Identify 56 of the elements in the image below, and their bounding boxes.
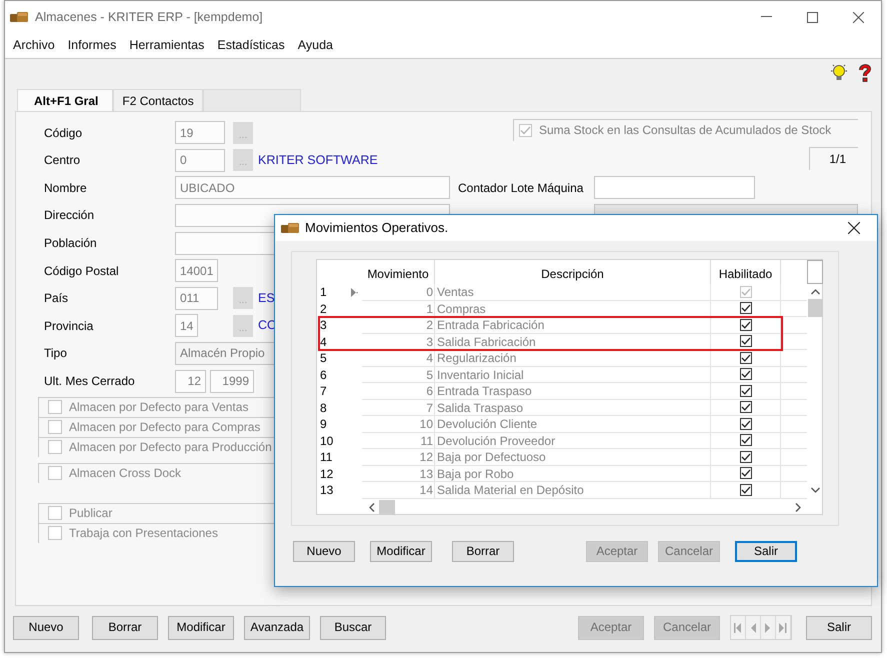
checkbox-label: Suma Stock en las Consultas de Acumulados de Stock — [539, 123, 832, 138]
table-cell: Baja por Defectuoso — [435, 449, 711, 466]
table-cell: Entrada Traspaso — [435, 383, 711, 400]
table-cell: 7 — [362, 400, 435, 416]
checkbox-label: Publicar — [69, 506, 112, 521]
dialog-title: Movimientos Operativos. — [305, 220, 448, 236]
checkbox-label: Almacen por Defecto para Compras — [69, 420, 260, 435]
table-cell: Salida Material en Depósito — [435, 482, 711, 498]
checkbox-label: Trabaja con Presentaciones — [69, 526, 218, 541]
row-number: 11 — [320, 449, 332, 466]
field-label: Contador Lote Máquina — [458, 180, 584, 196]
table-cell: 12 — [362, 449, 435, 466]
table-cell: Regularización — [435, 350, 711, 366]
field-label: Provincia — [44, 318, 94, 334]
table-cell: 6 — [362, 383, 435, 400]
field-label: Tipo — [44, 346, 68, 361]
row-number: 3 — [320, 317, 327, 334]
table-cell: 4 — [362, 350, 435, 366]
row-number: 6 — [320, 366, 327, 383]
table-cell: 5 — [362, 366, 435, 383]
row-number: 1 — [320, 284, 327, 300]
field-label: Código Postal — [44, 264, 120, 278]
checkbox-label: Almacen por Defecto para Producción — [69, 440, 272, 455]
row-number: 13 — [320, 482, 334, 498]
table-cell: 10 — [362, 416, 435, 432]
row-number: 2 — [320, 300, 327, 317]
field-label: Código — [44, 126, 84, 140]
table-cell: Inventario Inicial — [435, 366, 711, 383]
field-label: Dirección — [44, 208, 96, 223]
table-cell: 14 — [362, 482, 435, 498]
table-cell: 1 — [362, 300, 435, 317]
table-cell: Salida Traspaso — [435, 400, 711, 416]
row-number: 5 — [320, 350, 327, 366]
table-cell: 0 — [362, 284, 435, 300]
row-number: 8 — [320, 400, 327, 416]
table-cell: Devolución Proveedor — [435, 432, 711, 449]
row-number: 4 — [320, 334, 327, 350]
window-title: Almacenes - KRITER ERP - [kempdemo] — [35, 10, 263, 24]
row-number: 7 — [320, 383, 327, 400]
field-label: Centro — [44, 153, 82, 168]
checkbox-label: Almacen Cross Dock — [69, 466, 182, 481]
table-cell: 11 — [362, 432, 435, 449]
table-cell: Compras — [435, 300, 711, 317]
table-cell: Devolución Cliente — [435, 416, 711, 432]
table-cell: Baja por Robo — [435, 466, 711, 482]
row-number: 10 — [320, 432, 334, 449]
field-label: Población — [44, 236, 98, 250]
field-label: Nombre — [44, 180, 88, 196]
page-counter: 1/1 — [809, 146, 858, 170]
row-number: 9 — [320, 416, 327, 432]
table-cell: 13 — [362, 466, 435, 482]
table-cell: Ventas — [435, 284, 711, 300]
row-number: 12 — [320, 466, 334, 482]
checkbox-label: Almacen por Defecto para Ventas — [69, 400, 248, 415]
field-label: Ult. Mes Cerrado — [44, 374, 136, 388]
field-label: País — [44, 291, 70, 306]
